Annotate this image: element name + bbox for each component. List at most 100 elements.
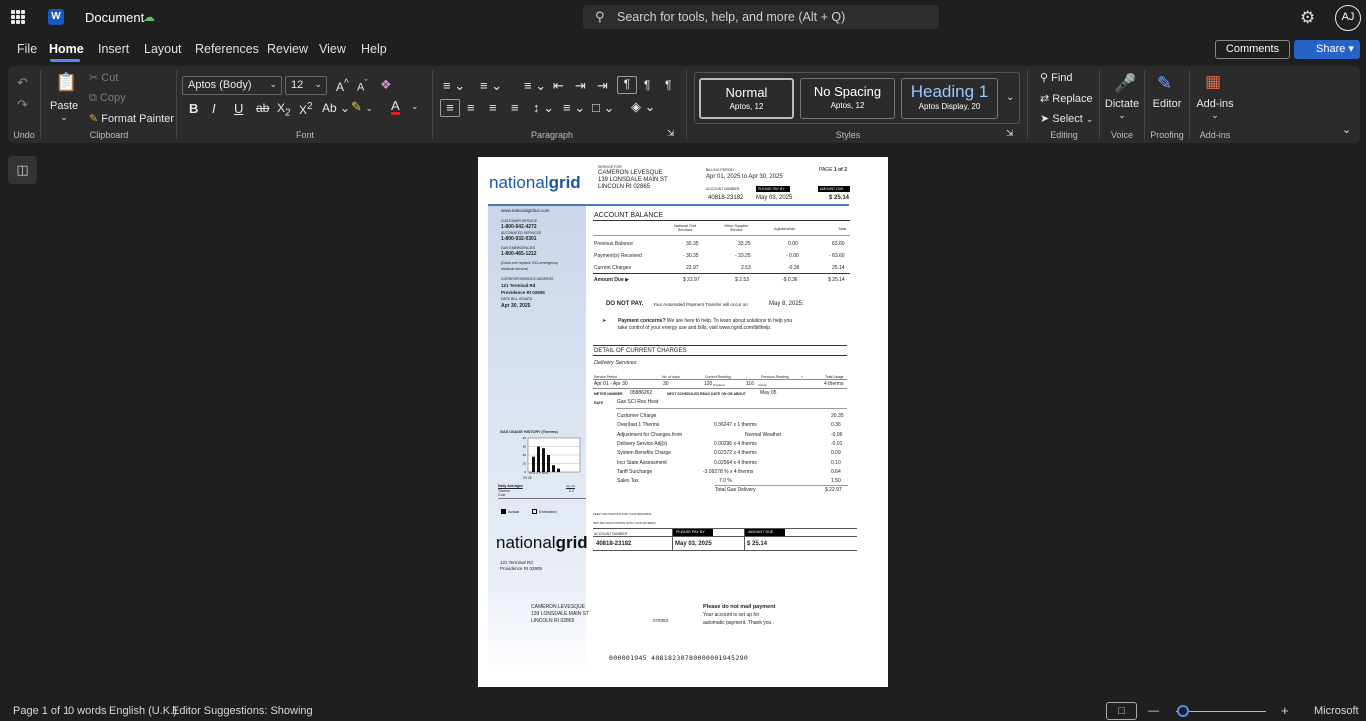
- copy-button[interactable]: ⧉ Copy: [89, 92, 126, 105]
- no-mail-title: Please do not mail payment: [703, 604, 776, 610]
- print-layout-icon[interactable]: □: [1106, 702, 1137, 720]
- replace-button[interactable]: ⇄ Replace: [1040, 92, 1093, 105]
- undo-icon[interactable]: ↶: [17, 75, 28, 91]
- document-page[interactable]: nationalgrid SERVICE FOR CAMERON LEVESQU…: [478, 157, 888, 687]
- show-marks-toggle[interactable]: ¶: [617, 76, 637, 94]
- zoom-slider-thumb[interactable]: [1177, 705, 1189, 717]
- chevron-down-icon[interactable]: ⌄: [411, 101, 419, 112]
- align-left-icon[interactable]: ≡: [440, 99, 460, 117]
- menu-insert[interactable]: Insert: [98, 42, 129, 56]
- format-painter-button[interactable]: ✎ Format Painter: [89, 112, 174, 125]
- word-logo-icon: W: [48, 9, 64, 25]
- cloud-saved-icon[interactable]: ☁: [143, 10, 155, 24]
- col1b: Services: [677, 228, 693, 232]
- divider: [432, 70, 433, 140]
- paste-icon[interactable]: 📋: [55, 72, 77, 93]
- borders-icon[interactable]: □ ⌄: [592, 100, 614, 116]
- document-title[interactable]: Document: [85, 10, 144, 25]
- addins-chevron-icon[interactable]: ⌄: [1195, 110, 1235, 121]
- cut-button[interactable]: ✂ Cut: [89, 71, 118, 84]
- shading-icon[interactable]: ◈ ⌄: [631, 99, 656, 115]
- increase-indent-icon[interactable]: ⇥: [575, 78, 586, 94]
- zoom-out-button[interactable]: —: [1148, 705, 1159, 717]
- settings-gear-icon[interactable]: ⚙: [1300, 8, 1315, 28]
- line-spacing-icon[interactable]: ↕ ⌄: [533, 100, 554, 116]
- navigation-pane-icon[interactable]: ◫: [8, 156, 37, 184]
- daily-averages: Daily Averages: [498, 484, 523, 488]
- editor-suggestions[interactable]: Editor Suggestions: Showing: [172, 705, 313, 717]
- highlight-icon[interactable]: ✎ ⌄: [351, 99, 373, 115]
- dialog-launcher-icon[interactable]: ⇲: [667, 128, 675, 139]
- dictate-button[interactable]: Dictate: [1104, 98, 1140, 110]
- zoom-in-button[interactable]: +: [1281, 703, 1289, 718]
- charge-label: Over/last 1 Therms: [617, 422, 660, 429]
- share-button[interactable]: Share ▾: [1294, 40, 1360, 59]
- clear-formatting-icon[interactable]: ❖: [380, 77, 392, 93]
- dictate-chevron-icon[interactable]: ⌄: [1104, 110, 1140, 121]
- ribbon-collapse-chevron-icon[interactable]: ⌄: [1342, 123, 1351, 136]
- language[interactable]: English (U.K.): [109, 705, 177, 717]
- zoom-slider-track[interactable]: [1176, 711, 1266, 712]
- font-size-dropdown[interactable]: 12 ⌄: [285, 76, 327, 95]
- word-count[interactable]: 0 words: [68, 705, 107, 717]
- stub-account-number: 40818-23182: [596, 541, 632, 547]
- comments-button[interactable]: Comments: [1215, 40, 1290, 59]
- rule: [593, 235, 850, 236]
- page-count[interactable]: Page 1 of 1: [13, 705, 69, 717]
- addins-grid-icon[interactable]: ▦: [1205, 72, 1221, 92]
- cut-label: Cut: [101, 72, 119, 84]
- font-family-dropdown[interactable]: Aptos (Body) ⌄: [182, 76, 282, 95]
- style-name: No Spacing: [813, 84, 882, 99]
- find-button[interactable]: ⚲ Find: [1040, 71, 1073, 84]
- subscript-icon[interactable]: X2: [277, 101, 291, 118]
- style-no-spacing[interactable]: No Spacing Aptos, 12: [800, 78, 895, 119]
- charge-calc: 0.00296 x 4 therms: [714, 440, 757, 447]
- align-right-icon[interactable]: ≡: [489, 100, 497, 115]
- user-avatar[interactable]: AJ: [1335, 5, 1361, 31]
- menu-review[interactable]: Review: [267, 42, 308, 56]
- underline-icon[interactable]: U: [234, 101, 243, 116]
- multilevel-list-icon[interactable]: ≡ ⌄: [524, 78, 546, 94]
- menu-layout[interactable]: Layout: [144, 42, 182, 56]
- font-color-icon[interactable]: A: [391, 99, 400, 115]
- shrink-font-icon[interactable]: Aˇ: [357, 78, 367, 94]
- superscript-icon[interactable]: X2: [299, 101, 313, 117]
- bullets-icon[interactable]: ≡ ⌄: [443, 78, 465, 94]
- paste-button[interactable]: Paste: [50, 100, 78, 112]
- menu-view[interactable]: View: [319, 42, 346, 56]
- rtl-icon[interactable]: ¶: [644, 78, 650, 92]
- menu-home[interactable]: Home: [49, 42, 84, 56]
- select-button[interactable]: ➤ Select ⌄: [1040, 112, 1093, 125]
- app-launcher-icon[interactable]: [11, 10, 25, 24]
- style-normal[interactable]: Normal Aptos, 12: [699, 78, 794, 119]
- paste-chevron-icon[interactable]: ⌄: [50, 112, 78, 123]
- strikethrough-icon[interactable]: ab: [256, 101, 269, 115]
- bold-icon[interactable]: B: [189, 101, 198, 116]
- divider: [686, 70, 687, 140]
- dialog-launcher-icon[interactable]: ⇲: [1006, 128, 1014, 139]
- numbering-icon[interactable]: ≡ ⌄: [480, 78, 502, 94]
- editor-button[interactable]: Editor: [1150, 98, 1184, 110]
- style-heading-1[interactable]: Heading 1 Aptos Display, 20: [901, 78, 998, 119]
- search-box[interactable]: ⚲ Search for tools, help, and more (Alt …: [583, 5, 939, 29]
- svc-row-6: 4 therms: [824, 381, 844, 387]
- addins-button[interactable]: Add-ins: [1195, 98, 1235, 110]
- italic-icon[interactable]: I: [212, 101, 216, 116]
- total-value: $ 22.97: [825, 487, 842, 493]
- redo-icon[interactable]: ↷: [17, 97, 28, 113]
- microphone-icon[interactable]: 🎤: [1114, 73, 1136, 94]
- menu-references[interactable]: References: [195, 42, 259, 56]
- decrease-indent-icon[interactable]: ⇤: [553, 78, 564, 94]
- styles-more-chevron-icon[interactable]: ⌄: [1006, 92, 1014, 103]
- balance-row-v1: $ 22.97: [683, 277, 700, 283]
- align-center-icon[interactable]: ≡: [467, 100, 475, 115]
- grow-font-icon[interactable]: A^: [336, 78, 349, 94]
- menu-file[interactable]: File: [17, 42, 37, 56]
- ltr-icon[interactable]: ⇥: [597, 78, 608, 94]
- menu-help[interactable]: Help: [361, 42, 387, 56]
- paragraph-spacing-icon[interactable]: ≡ ⌄: [563, 100, 585, 116]
- editor-pen-icon[interactable]: ✎: [1157, 73, 1172, 94]
- change-case-icon[interactable]: Ab ⌄: [322, 101, 350, 115]
- justify-icon[interactable]: ≡: [511, 100, 519, 115]
- pilcrow-icon[interactable]: ¶: [665, 78, 671, 92]
